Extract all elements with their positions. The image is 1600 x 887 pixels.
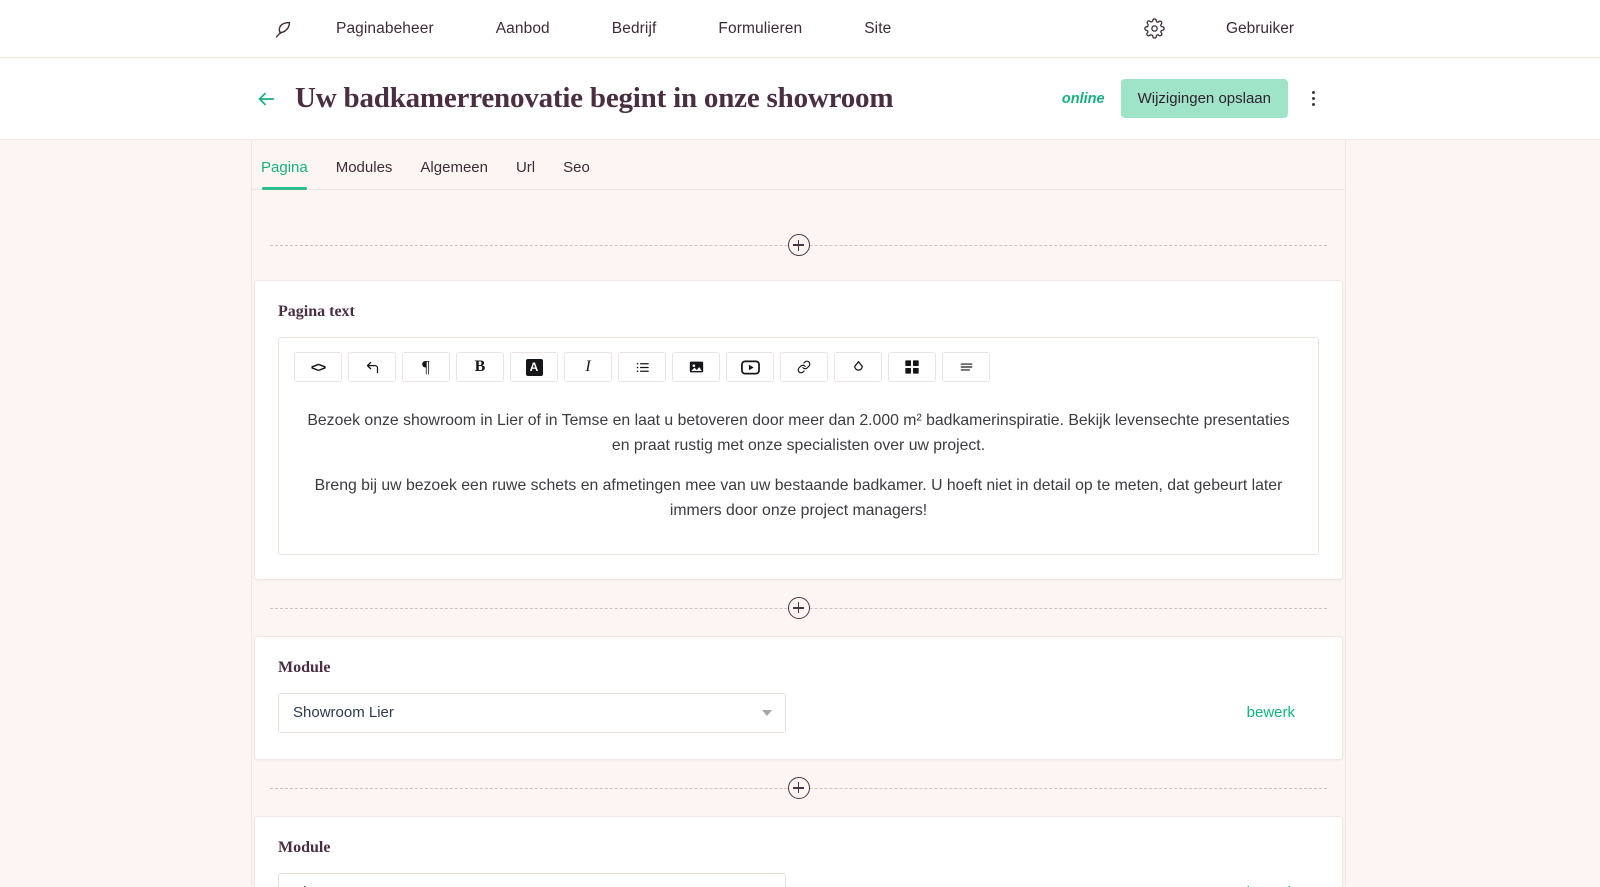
link-icon[interactable]	[780, 352, 828, 382]
tab-url[interactable]: Url	[516, 159, 535, 189]
nav-link-aanbod[interactable]: Aanbod	[496, 20, 550, 38]
editor-workspace: Pagina Modules Algemeen Url Seo Pagina t…	[0, 140, 1600, 887]
paragraph-icon[interactable]: ¶	[402, 352, 450, 382]
page-title: Uw badkamerrenovatie begint in onze show…	[295, 82, 894, 114]
module-block-card-2: Module Showroom Temse bewerk	[254, 815, 1343, 887]
status-badge: online	[1061, 90, 1105, 107]
page-header-bar: Uw badkamerrenovatie begint in onze show…	[0, 58, 1600, 140]
module-block-card-1: Module Showroom Lier bewerk	[254, 635, 1343, 760]
module-label: Module	[278, 658, 331, 676]
editor-paragraph-2: Breng bij uw bezoek een ruwe schets en a…	[314, 476, 1283, 519]
image-icon[interactable]	[672, 352, 720, 382]
edit-module-link[interactable]: bewerk	[1247, 704, 1295, 721]
module-select[interactable]: Showroom Temse	[278, 872, 786, 887]
undo-icon[interactable]	[348, 352, 396, 382]
nav-right-group: Gebruiker	[1138, 0, 1600, 57]
kebab-menu-icon[interactable]	[1300, 82, 1326, 116]
editor-content[interactable]: Bezoek onze showroom in Lier of in Temse…	[279, 393, 1318, 554]
add-block-button[interactable]	[787, 776, 810, 799]
page-tabs: Pagina Modules Algemeen Url Seo	[252, 140, 1345, 190]
main-nav-links: Paginabeheer Aanbod Bedrijf Formulieren …	[336, 20, 891, 38]
align-icon[interactable]	[942, 352, 990, 382]
module-select-wrapper: Showroom Temse	[278, 872, 786, 887]
bullet-list-icon[interactable]	[618, 352, 666, 382]
tab-seo[interactable]: Seo	[563, 159, 590, 189]
page-text-block-card: Pagina text <> ¶ B A I Bezoek onze showr…	[254, 280, 1343, 580]
module-label: Module	[278, 838, 331, 856]
add-block-button[interactable]	[787, 596, 810, 619]
add-block-divider-1	[262, 226, 1335, 264]
tab-algemeen[interactable]: Algemeen	[420, 159, 488, 189]
italic-icon[interactable]: I	[564, 352, 612, 382]
page-text-label: Pagina text	[278, 303, 355, 320]
nav-link-bedrijf[interactable]: Bedrijf	[612, 20, 657, 38]
arrow-left-icon[interactable]	[253, 86, 279, 112]
top-navigation-bar: Paginabeheer Aanbod Bedrijf Formulieren …	[0, 0, 1600, 58]
add-block-divider-2	[262, 589, 1335, 627]
nav-link-paginabeheer[interactable]: Paginabeheer	[336, 20, 434, 38]
nav-link-site[interactable]: Site	[864, 20, 891, 38]
tab-modules[interactable]: Modules	[336, 159, 393, 189]
add-block-divider-3	[262, 769, 1335, 807]
editor-toolbar: <> ¶ B A I	[279, 338, 1318, 393]
droplet-icon[interactable]	[834, 352, 882, 382]
module-select[interactable]: Showroom Lier	[278, 692, 786, 733]
page-header-actions: online Wijzigingen opslaan	[1062, 79, 1600, 118]
module-select-wrapper: Showroom Lier	[278, 692, 786, 733]
video-icon[interactable]	[726, 352, 774, 382]
rich-text-editor: <> ¶ B A I Bezoek onze showroom in Lier …	[278, 337, 1319, 555]
text-color-icon[interactable]: A	[510, 352, 558, 382]
editor-paragraph-1: Bezoek onze showroom in Lier of in Temse…	[307, 412, 1290, 454]
save-button[interactable]: Wijzigingen opslaan	[1120, 79, 1288, 118]
user-menu-button[interactable]: Gebruiker	[1226, 20, 1294, 38]
feather-quill-icon[interactable]	[266, 12, 300, 46]
workspace-right-rail	[1345, 140, 1346, 886]
module-row: Showroom Temse bewerk	[278, 872, 1319, 887]
tab-pagina[interactable]: Pagina	[261, 159, 308, 190]
grid-icon[interactable]	[888, 352, 936, 382]
gear-icon[interactable]	[1138, 12, 1172, 46]
bold-icon[interactable]: B	[456, 352, 504, 382]
chevron-down-icon[interactable]	[762, 709, 772, 716]
module-row: Showroom Lier bewerk	[278, 692, 1319, 733]
add-block-button[interactable]	[787, 234, 810, 256]
nav-link-formulieren[interactable]: Formulieren	[718, 20, 802, 38]
code-icon[interactable]: <>	[294, 352, 342, 382]
workspace-content: Pagina Modules Algemeen Url Seo Pagina t…	[252, 140, 1345, 887]
